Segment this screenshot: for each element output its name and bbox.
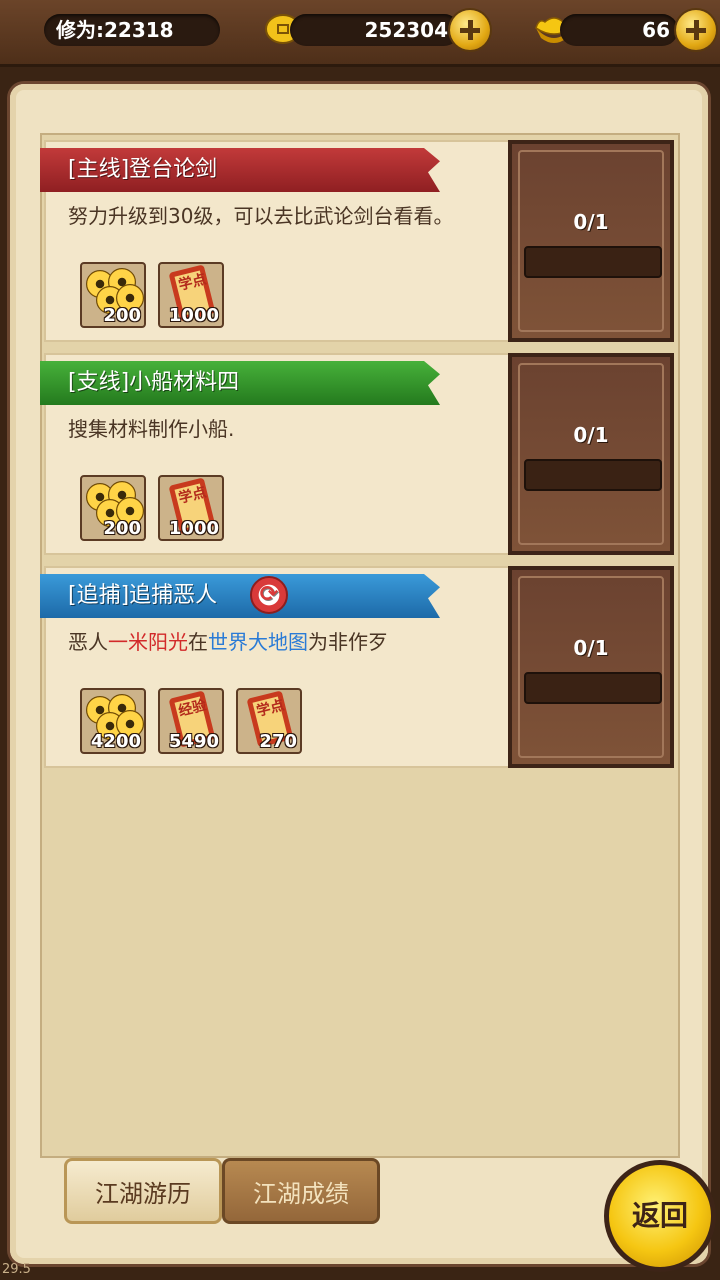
reward-item[interactable]: 4200 [80,688,146,754]
tab-jianghu-achievements[interactable]: 江湖成绩 [222,1158,380,1224]
progress-text: 0/1 [573,210,609,234]
refresh-icon[interactable]: ⟳ [250,576,288,614]
reward-count: 200 [103,518,141,539]
progress-panel: 0/1 [508,353,674,555]
progress-panel: 0/1 [508,140,674,342]
progress-panel: 0/1 [508,566,674,768]
back-button[interactable]: 返回 [604,1160,716,1272]
quest-title: [支线]小船材料四 [40,361,440,405]
reward-item[interactable]: 学点 1000 [158,475,224,541]
target-name: 一米阳光 [108,630,188,654]
reward-count: 270 [259,731,297,752]
reward-item[interactable]: 200 [80,262,146,328]
progress-bar [524,459,662,491]
quest-card-side[interactable]: [支线]小船材料四 搜集材料制作小船. 200 学点 1000 0/1 [40,353,674,555]
reward-item[interactable]: 经验 5490 [158,688,224,754]
fps-counter: 29.5 [2,1262,31,1277]
quest-description: 恶人一米阳光在世界大地图为非作歹 [68,630,388,654]
reward-count: 1000 [168,518,219,539]
progress-bar [524,672,662,704]
reward-count: 4200 [90,731,141,752]
ingot-balance: 66 [560,14,678,46]
quest-title: [追捕]追捕恶人 ⟳ [40,574,440,618]
resource-bar: 修为:22318 252304 66 [0,0,720,67]
add-coins-button[interactable] [450,10,490,50]
cultivation-value: 修为:22318 [44,14,220,46]
reward-count: 5490 [168,731,219,752]
quest-title: [主线]登台论剑 [40,148,440,192]
reward-item[interactable]: 学点 1000 [158,262,224,328]
quest-card-bounty[interactable]: [追捕]追捕恶人 ⟳ 恶人一米阳光在世界大地图为非作歹 4200 经验 5490… [40,566,674,768]
quest-card-main[interactable]: [主线]登台论剑 努力升级到30级，可以去比武论剑台看看。 200 学点 100… [40,140,674,342]
reward-count: 200 [103,305,141,326]
quest-description: 搜集材料制作小船. [68,417,235,441]
progress-bar [524,246,662,278]
progress-text: 0/1 [573,423,609,447]
reward-count: 1000 [168,305,219,326]
location-link[interactable]: 世界大地图 [208,630,308,654]
quest-description: 努力升级到30级，可以去比武论剑台看看。 [68,204,454,228]
coin-balance: 252304 [290,14,460,46]
reward-item[interactable]: 200 [80,475,146,541]
tab-jianghu-travels[interactable]: 江湖游历 [64,1158,222,1224]
progress-text: 0/1 [573,636,609,660]
add-ingots-button[interactable] [676,10,716,50]
reward-item[interactable]: 学点 270 [236,688,302,754]
